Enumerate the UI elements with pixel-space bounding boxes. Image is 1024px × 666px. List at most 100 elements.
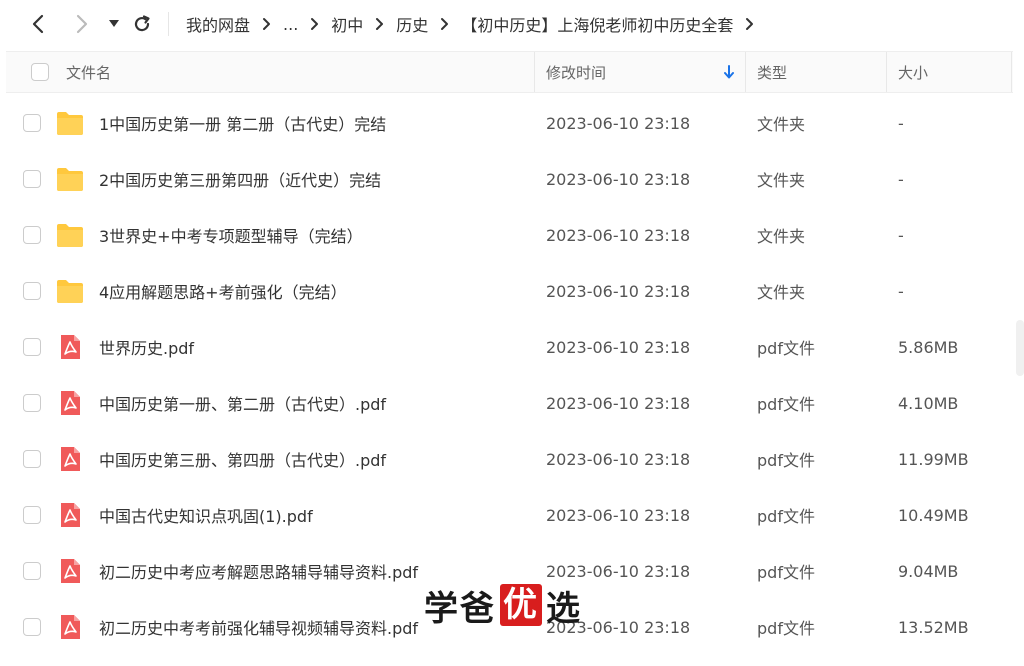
file-type: pdf文件 [757, 619, 815, 638]
watermark-text: 选 [546, 588, 582, 629]
column-header-type[interactable]: 类型 [757, 52, 787, 92]
file-type: pdf文件 [757, 563, 815, 582]
file-type: pdf文件 [757, 451, 815, 470]
toolbar: 我的网盘 ... 初中 历史 【初中历史】上海倪老师初中历史全套 [0, 0, 1024, 48]
file-name[interactable]: 4应用解题思路+考前强化（完结） [99, 263, 347, 319]
history-dropdown-button[interactable] [106, 10, 122, 38]
file-modified: 2023-06-10 23:18 [546, 113, 691, 133]
file-name[interactable]: 2中国历史第三册第四册（近代史）完结 [99, 151, 381, 207]
pdf-icon [61, 335, 80, 359]
file-size: - [898, 169, 904, 189]
file-type: 文件夹 [757, 115, 806, 134]
file-size: 13.52MB [898, 617, 969, 637]
caret-down-icon [109, 20, 119, 27]
column-divider [534, 52, 535, 92]
breadcrumb: 我的网盘 ... 初中 历史 【初中历史】上海倪老师初中历史全套 [186, 0, 766, 48]
folder-icon [57, 224, 83, 247]
file-name[interactable]: 中国古代史知识点巩固(1).pdf [99, 487, 313, 543]
toolbar-divider [168, 12, 169, 36]
file-type: pdf文件 [757, 507, 815, 526]
back-button[interactable] [26, 10, 50, 38]
file-row[interactable]: 4应用解题思路+考前强化（完结） 2023-06-10 23:18 文件夹 - [6, 263, 1013, 319]
file-size: - [898, 113, 904, 133]
folder-icon [57, 168, 83, 191]
column-header-size[interactable]: 大小 [898, 52, 928, 92]
row-checkbox[interactable] [23, 394, 41, 412]
pdf-icon [61, 503, 80, 527]
pdf-icon [61, 559, 80, 583]
row-checkbox[interactable] [23, 450, 41, 468]
column-divider [886, 52, 887, 92]
select-all-checkbox[interactable] [31, 63, 49, 81]
row-checkbox[interactable] [23, 282, 41, 300]
select-all-checkbox-cell [31, 52, 49, 92]
chevron-left-icon [32, 14, 44, 34]
folder-icon [57, 112, 83, 135]
file-row[interactable]: 2中国历史第三册第四册（近代史）完结 2023-06-10 23:18 文件夹 … [6, 151, 1013, 207]
file-list-header: 文件名 修改时间 类型 大小 [6, 51, 1013, 93]
file-row[interactable]: 1中国历史第一册 第二册（古代史）完结 2023-06-10 23:18 文件夹… [6, 95, 1013, 151]
file-size: 5.86MB [898, 337, 959, 357]
row-checkbox[interactable] [23, 506, 41, 524]
breadcrumb-item-history[interactable]: 历史 [396, 12, 428, 36]
file-name[interactable]: 1中国历史第一册 第二册（古代史）完结 [99, 95, 386, 151]
breadcrumb-item-ellipsis[interactable]: ... [283, 15, 298, 34]
scrollbar[interactable] [1016, 320, 1024, 376]
file-modified: 2023-06-10 23:18 [546, 449, 691, 469]
refresh-button[interactable] [130, 10, 154, 38]
file-size: - [898, 281, 904, 301]
chevron-right-icon [262, 17, 271, 31]
file-row[interactable]: 世界历史.pdf 2023-06-10 23:18 pdf文件 5.86MB [6, 319, 1013, 375]
pdf-icon [61, 391, 80, 415]
chevron-right-icon [310, 17, 319, 31]
file-type: 文件夹 [757, 171, 806, 190]
file-size: 10.49MB [898, 505, 969, 525]
watermark-highlight: 优 [500, 584, 542, 626]
file-name[interactable]: 中国历史第三册、第四册（古代史）.pdf [99, 431, 386, 487]
file-type: 文件夹 [757, 227, 806, 246]
watermark-text: 学爸 [424, 588, 496, 629]
row-checkbox[interactable] [23, 562, 41, 580]
column-header-name[interactable]: 文件名 [66, 52, 111, 92]
file-name[interactable]: 初二历史中考考前强化辅导视频辅导资料.pdf [99, 599, 418, 655]
folder-icon [57, 280, 83, 303]
file-row[interactable]: 中国古代史知识点巩固(1).pdf 2023-06-10 23:18 pdf文件… [6, 487, 1013, 543]
chevron-right-icon [440, 17, 449, 31]
file-size: 4.10MB [898, 393, 959, 413]
chevron-right-icon [76, 14, 88, 34]
file-name[interactable]: 中国历史第一册、第二册（古代史）.pdf [99, 375, 386, 431]
forward-button[interactable] [70, 10, 94, 38]
file-name[interactable]: 3世界史+中考专项题型辅导（完结） [99, 207, 363, 263]
file-name[interactable]: 初二历史中考应考解题思路辅导辅导资料.pdf [99, 543, 418, 599]
file-modified: 2023-06-10 23:18 [546, 225, 691, 245]
pdf-icon [61, 615, 80, 639]
row-checkbox[interactable] [23, 114, 41, 132]
pdf-icon [61, 447, 80, 471]
file-modified: 2023-06-10 23:18 [546, 337, 691, 357]
file-row[interactable]: 中国历史第一册、第二册（古代史）.pdf 2023-06-10 23:18 pd… [6, 375, 1013, 431]
file-type: 文件夹 [757, 283, 806, 302]
file-modified: 2023-06-10 23:18 [546, 393, 691, 413]
file-type: pdf文件 [757, 395, 815, 414]
file-row[interactable]: 3世界史+中考专项题型辅导（完结） 2023-06-10 23:18 文件夹 - [6, 207, 1013, 263]
file-name[interactable]: 世界历史.pdf [99, 319, 194, 375]
column-header-modified[interactable]: 修改时间 [546, 52, 606, 92]
row-checkbox[interactable] [23, 618, 41, 636]
sort-desc-icon[interactable] [724, 52, 734, 92]
breadcrumb-item-my-drive[interactable]: 我的网盘 [186, 12, 250, 36]
file-modified: 2023-06-10 23:18 [546, 281, 691, 301]
column-divider [1011, 52, 1012, 92]
watermark-logo: 学爸 优 选 [424, 583, 582, 629]
file-row[interactable]: 中国历史第三册、第四册（古代史）.pdf 2023-06-10 23:18 pd… [6, 431, 1013, 487]
breadcrumb-item-junior-high[interactable]: 初中 [331, 12, 363, 36]
row-checkbox[interactable] [23, 338, 41, 356]
column-divider [745, 52, 746, 92]
breadcrumb-item-current-folder[interactable]: 【初中历史】上海倪老师初中历史全套 [461, 12, 733, 36]
row-checkbox[interactable] [23, 226, 41, 244]
chevron-right-icon [375, 17, 384, 31]
file-size: - [898, 225, 904, 245]
row-checkbox[interactable] [23, 170, 41, 188]
file-modified: 2023-06-10 23:18 [546, 169, 691, 189]
chevron-right-icon[interactable] [745, 17, 754, 31]
file-type: pdf文件 [757, 339, 815, 358]
